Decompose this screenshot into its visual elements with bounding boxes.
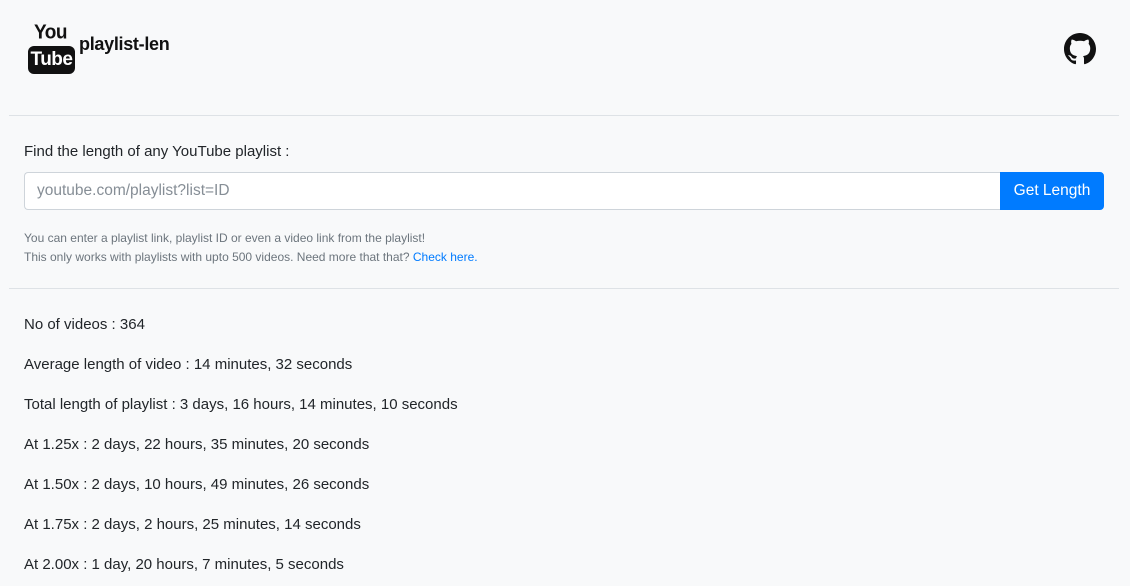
logo-you-text: You bbox=[34, 21, 67, 44]
result-total-length: Total length of playlist : 3 days, 16 ho… bbox=[24, 396, 458, 413]
help-line-2-text: This only works with playlists with upto… bbox=[24, 250, 410, 264]
divider-top bbox=[9, 115, 1119, 116]
help-text: You can enter a playlist link, playlist … bbox=[24, 229, 478, 267]
get-length-button[interactable]: Get Length bbox=[1000, 172, 1104, 210]
logo-tube-text: Tube bbox=[28, 46, 75, 74]
youtube-logo[interactable]: You Tube bbox=[28, 21, 76, 74]
result-video-count: No of videos : 364 bbox=[24, 316, 145, 333]
form-label: Find the length of any YouTube playlist … bbox=[24, 143, 290, 160]
result-speed-1-25x: At 1.25x : 2 days, 22 hours, 35 minutes,… bbox=[24, 436, 370, 453]
divider-results bbox=[9, 288, 1119, 289]
result-speed-1-75x: At 1.75x : 2 days, 2 hours, 25 minutes, … bbox=[24, 516, 361, 533]
playlist-url-input[interactable] bbox=[24, 172, 1000, 210]
check-here-link[interactable]: Check here. bbox=[413, 250, 478, 264]
result-average-length: Average length of video : 14 minutes, 32… bbox=[24, 356, 353, 373]
help-line-1: You can enter a playlist link, playlist … bbox=[24, 231, 426, 245]
github-icon[interactable] bbox=[1064, 33, 1096, 65]
header: You Tube playlist-len bbox=[0, 0, 1130, 116]
help-line-2: This only works with playlists with upto… bbox=[24, 248, 478, 267]
playlist-input-group: Get Length bbox=[24, 172, 1104, 210]
app-name[interactable]: playlist-len bbox=[79, 34, 170, 55]
result-speed-1-50x: At 1.50x : 2 days, 10 hours, 49 minutes,… bbox=[24, 476, 370, 493]
result-speed-2-00x: At 2.00x : 1 day, 20 hours, 7 minutes, 5… bbox=[24, 556, 344, 573]
